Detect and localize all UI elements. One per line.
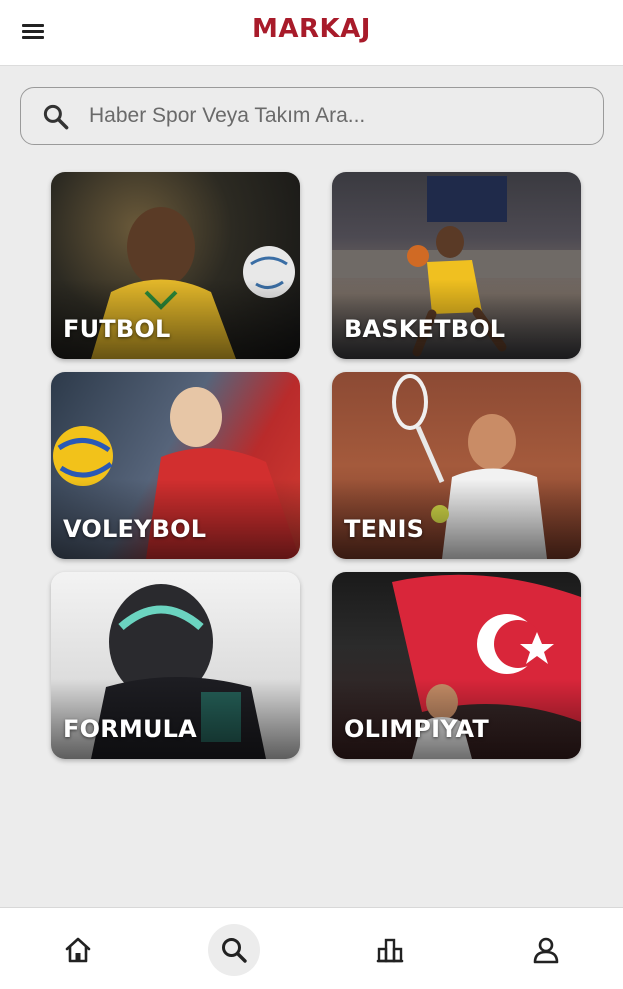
category-label: OLIMPIYAT [344, 715, 489, 743]
nav-profile[interactable] [520, 924, 572, 976]
nav-home[interactable] [52, 924, 104, 976]
app-logo: MARKAJ [252, 14, 371, 44]
category-label: TENIS [344, 515, 425, 543]
category-label: BASKETBOL [344, 315, 506, 343]
search-icon[interactable] [41, 102, 71, 132]
nav-search[interactable] [208, 924, 260, 976]
search-input[interactable] [89, 97, 589, 135]
category-card-basketbol[interactable]: BASKETBOL [332, 172, 581, 359]
category-label: VOLEYBOL [63, 515, 207, 543]
stats-icon [376, 938, 404, 963]
bottom-nav [0, 907, 623, 989]
category-card-futbol[interactable]: FUTBOL [51, 172, 300, 359]
nav-stats[interactable] [364, 924, 416, 976]
profile-icon [533, 937, 559, 964]
category-card-voleybol[interactable]: VOLEYBOL [51, 372, 300, 559]
category-label: FUTBOL [63, 315, 171, 343]
category-card-tenis[interactable]: TENIS [332, 372, 581, 559]
search-icon [222, 938, 247, 963]
search-bar[interactable] [20, 87, 604, 145]
category-card-formula[interactable]: FORMULA [51, 572, 300, 759]
category-card-olimpiyat[interactable]: OLIMPIYAT [332, 572, 581, 759]
category-grid: FUTBOL BASKETBOL VOLEYBOL TENIS FORMULA … [51, 172, 581, 759]
home-icon [65, 937, 91, 963]
category-label: FORMULA [63, 715, 197, 743]
top-app-bar: MARKAJ [0, 0, 623, 66]
